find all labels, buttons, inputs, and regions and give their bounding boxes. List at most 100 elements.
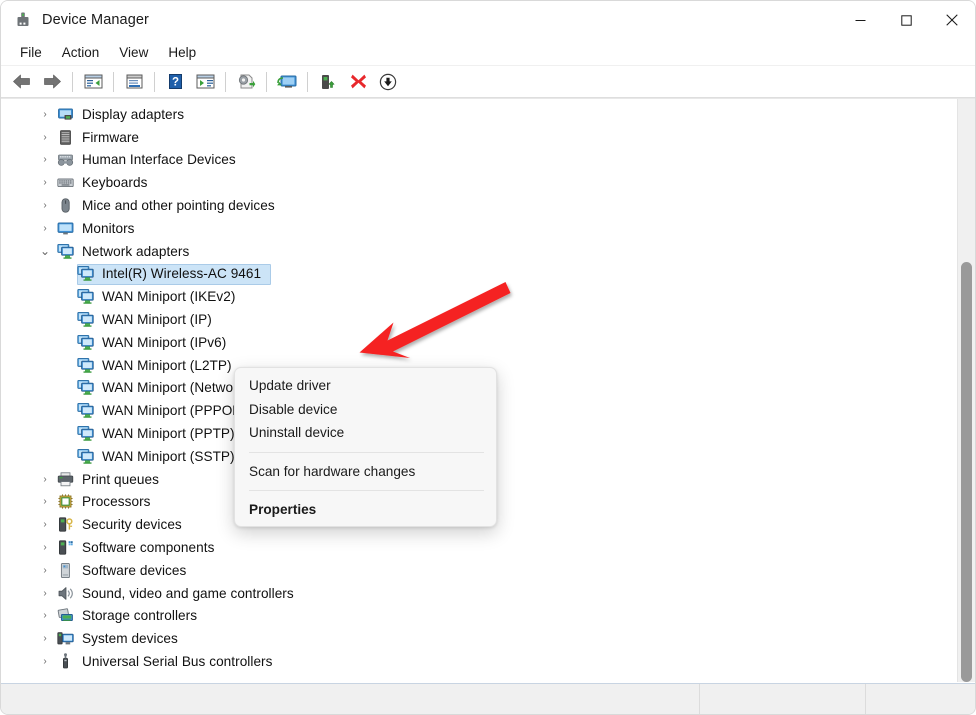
tree-row[interactable]: › Human Interface Devices [1, 149, 957, 172]
printer-icon [57, 471, 74, 488]
tree-row-label: Storage controllers [82, 608, 197, 623]
software-component-icon [57, 539, 74, 556]
disable-device-button[interactable] [373, 69, 403, 95]
menu-view[interactable]: View [109, 42, 158, 63]
speaker-icon [57, 585, 74, 602]
tree-row[interactable]: › Monitors [1, 217, 957, 240]
enable-device-button[interactable] [313, 69, 343, 95]
uninstall-device-button[interactable] [343, 69, 373, 95]
tree-row[interactable]: › Firmware [1, 126, 957, 149]
maximize-button[interactable] [883, 1, 929, 39]
red-x-icon [350, 73, 367, 90]
help-button[interactable]: ? [160, 69, 190, 95]
status-bar-cell-b [699, 684, 865, 714]
menu-action[interactable]: Action [52, 42, 110, 63]
tree-row[interactable]: › Sound, video and game controllers [1, 582, 957, 605]
chevron-right-icon[interactable]: › [39, 656, 51, 668]
chevron-right-icon[interactable]: › [39, 564, 51, 576]
tree-row[interactable]: › Display adapters [1, 103, 957, 126]
chevron-right-icon[interactable]: › [39, 177, 51, 189]
update-driver-icon [236, 73, 256, 91]
caption-buttons [837, 1, 975, 39]
toolbar: ? [1, 66, 975, 98]
status-bar [1, 683, 975, 714]
toolbar-separator [225, 72, 226, 92]
back-button[interactable] [7, 69, 37, 95]
chevron-right-icon[interactable]: › [39, 154, 51, 166]
tree-row[interactable]: › Storage controllers [1, 605, 957, 628]
keyboard-icon [57, 174, 74, 191]
show-hide-console-tree-button[interactable] [78, 69, 108, 95]
tree-row[interactable]: WAN Miniport (IPv6) [1, 331, 957, 354]
minimize-button[interactable] [837, 1, 883, 39]
network-adapter-icon [77, 402, 94, 419]
hid-icon [57, 151, 74, 168]
network-adapter-icon [77, 288, 94, 305]
chevron-right-icon[interactable]: › [39, 542, 51, 554]
tree-row-label: Software devices [82, 563, 186, 578]
show-hide-action-pane-button[interactable] [190, 69, 220, 95]
context-menu-item-update-driver[interactable]: Update driver [235, 374, 496, 398]
menu-file[interactable]: File [10, 42, 52, 63]
chevron-right-icon[interactable]: › [39, 473, 51, 485]
tree-row[interactable]: › Software devices [1, 559, 957, 582]
scrollbar-thumb[interactable] [961, 262, 972, 682]
status-bar-message [1, 684, 699, 714]
menu-help[interactable]: Help [158, 42, 206, 63]
properties-button[interactable] [119, 69, 149, 95]
toolbar-separator [154, 72, 155, 92]
context-menu-item-disable-device[interactable]: Disable device [235, 398, 496, 422]
security-device-icon [57, 516, 74, 533]
tree-row[interactable]: › Keyboards [1, 171, 957, 194]
chevron-right-icon[interactable]: › [39, 633, 51, 645]
toolbar-separator [113, 72, 114, 92]
update-driver-button[interactable] [231, 69, 261, 95]
tree-row-label: Intel(R) Wireless-AC 9461 [102, 266, 261, 281]
network-adapter-icon [77, 448, 94, 465]
context-menu-item-properties[interactable]: Properties [235, 498, 496, 522]
network-adapter-icon [77, 379, 94, 396]
tree-row[interactable]: › Universal Serial Bus controllers [1, 650, 957, 673]
tree-row-label: Print queues [82, 472, 159, 487]
vertical-scrollbar[interactable] [957, 99, 975, 682]
tree-row-label: Firmware [82, 130, 139, 145]
tree-row-label: Security devices [82, 517, 182, 532]
chevron-right-icon[interactable]: › [39, 131, 51, 143]
tree-row[interactable]: WAN Miniport (IKEv2) [1, 285, 957, 308]
chevron-right-icon[interactable]: › [39, 200, 51, 212]
toolbar-separator [307, 72, 308, 92]
tree-row[interactable]: › Mice and other pointing devices [1, 194, 957, 217]
tree-row-label: WAN Miniport (SSTP) [102, 449, 235, 464]
chevron-right-icon[interactable]: › [39, 519, 51, 531]
context-menu[interactable]: Update driver Disable device Uninstall d… [234, 367, 497, 527]
tree-row-selected[interactable]: Intel(R) Wireless-AC 9461 [1, 263, 957, 286]
tree-row[interactable]: ⌄ Network adapters [1, 240, 957, 263]
tree-row[interactable]: › System devices [1, 627, 957, 650]
properties-window-icon [125, 73, 144, 90]
chevron-right-icon[interactable]: › [39, 108, 51, 120]
close-button[interactable] [929, 1, 975, 39]
context-menu-item-uninstall-device[interactable]: Uninstall device [235, 421, 496, 445]
tree-row-label: Network adapters [82, 244, 189, 259]
forward-button[interactable] [37, 69, 67, 95]
tree-row[interactable]: › Software components [1, 536, 957, 559]
context-menu-item-scan-for-hardware-changes[interactable]: Scan for hardware changes [235, 460, 496, 484]
tree-row-label: Software components [82, 540, 214, 555]
scan-for-hardware-changes-button[interactable] [272, 69, 302, 95]
network-adapter-icon [77, 425, 94, 442]
chevron-right-icon[interactable]: › [39, 222, 51, 234]
tree-row[interactable]: WAN Miniport (IP) [1, 308, 957, 331]
tree-row-label: Display adapters [82, 107, 184, 122]
tree-row-label: Keyboards [82, 175, 147, 190]
chevron-right-icon[interactable]: › [39, 610, 51, 622]
console-tree-icon [84, 73, 103, 90]
mouse-icon [57, 197, 74, 214]
chevron-right-icon[interactable]: › [39, 587, 51, 599]
device-manager-window: Device Manager File Action View Help [0, 0, 976, 715]
device-manager-icon [14, 11, 32, 29]
display-adapter-icon [57, 106, 74, 123]
chevron-down-icon[interactable]: ⌄ [39, 245, 51, 257]
context-menu-separator [249, 452, 484, 453]
tree-row-label: WAN Miniport (PPPOE) [102, 403, 246, 418]
chevron-right-icon[interactable]: › [39, 496, 51, 508]
